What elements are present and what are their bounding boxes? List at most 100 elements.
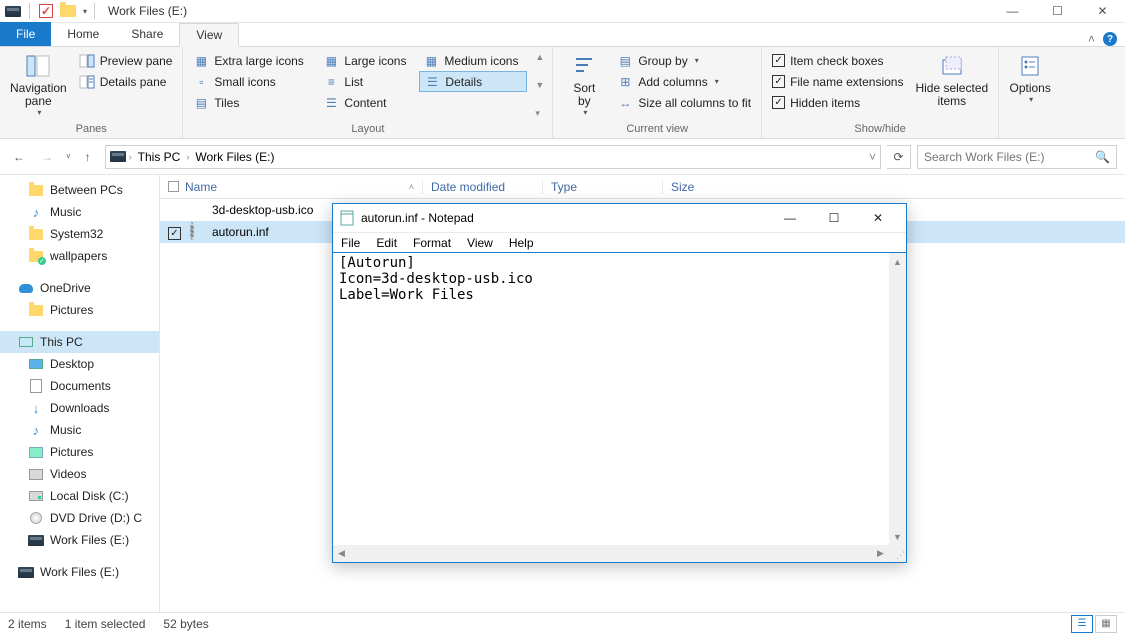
breadcrumb-this-pc[interactable]: This PC: [135, 150, 184, 164]
details-pane-icon: [79, 74, 95, 90]
search-input[interactable]: [924, 150, 1095, 164]
tree-item-desktop[interactable]: Desktop: [0, 353, 159, 375]
tree-item-documents[interactable]: Documents: [0, 375, 159, 397]
details-view-button[interactable]: ☰: [1071, 615, 1093, 633]
hidden-items-toggle[interactable]: ✓Hidden items: [768, 92, 907, 113]
layout-small-icons[interactable]: ▫Small icons: [189, 71, 319, 92]
minimize-button[interactable]: —: [990, 0, 1035, 23]
tree-item-music[interactable]: ♪Music: [0, 201, 159, 223]
scroll-up-icon[interactable]: ▲: [889, 253, 906, 270]
refresh-button[interactable]: ⟳: [887, 145, 911, 169]
content-icon: ☰: [323, 95, 339, 111]
drive-icon: [4, 2, 22, 20]
music-icon: ♪: [28, 422, 44, 438]
column-date[interactable]: Date modified: [422, 180, 542, 194]
hide-selected-items-button[interactable]: Hide selected items: [911, 50, 992, 121]
chevron-right-icon[interactable]: ›: [186, 152, 189, 162]
checkbox-checked-icon: ✓: [772, 75, 785, 88]
notepad-minimize-button[interactable]: —: [768, 204, 812, 232]
history-dropdown[interactable]: ˅: [66, 152, 71, 161]
notepad-maximize-button[interactable]: ☐: [812, 204, 856, 232]
address-dropdown[interactable]: ˅: [869, 150, 876, 164]
layout-tiles[interactable]: ▤Tiles: [189, 92, 319, 113]
navigation-pane-button[interactable]: Navigation pane ▾: [6, 50, 71, 121]
add-columns-button[interactable]: ⊞Add columns▾: [613, 71, 755, 92]
properties-qat-button[interactable]: ✓: [37, 2, 55, 20]
tree-item-wallpapers[interactable]: wallpapers: [0, 245, 159, 267]
tree-item-local-disk[interactable]: Local Disk (C:): [0, 485, 159, 507]
layout-dropdown[interactable]: ▾: [535, 108, 544, 119]
tree-item-videos[interactable]: Videos: [0, 463, 159, 485]
details-pane-button[interactable]: Details pane: [75, 71, 177, 92]
column-size[interactable]: Size: [662, 180, 762, 194]
item-check-boxes-toggle[interactable]: ✓Item check boxes: [768, 50, 907, 71]
scroll-left-icon[interactable]: ◀: [333, 545, 350, 562]
folder-icon: [28, 226, 44, 242]
tree-item-downloads[interactable]: ↓Downloads: [0, 397, 159, 419]
checkbox-checked-icon[interactable]: ✓: [168, 227, 181, 240]
preview-pane-button[interactable]: Preview pane: [75, 50, 177, 71]
new-folder-qat-button[interactable]: [59, 2, 77, 20]
breadcrumb-drive[interactable]: Work Files (E:): [192, 150, 277, 164]
column-name[interactable]: Name ˄: [160, 180, 422, 194]
address-bar[interactable]: › This PC › Work Files (E:) ˅: [105, 145, 881, 169]
scroll-right-icon[interactable]: ▶: [872, 545, 889, 562]
file-extensions-toggle[interactable]: ✓File name extensions: [768, 71, 907, 92]
maximize-button[interactable]: ☐: [1035, 0, 1080, 23]
navigation-tree[interactable]: Between PCs ♪Music System32 wallpapers O…: [0, 175, 160, 612]
close-button[interactable]: ✕: [1080, 0, 1125, 23]
tree-item-between-pcs[interactable]: Between PCs: [0, 179, 159, 201]
tree-item-pictures[interactable]: Pictures: [0, 299, 159, 321]
tree-item-this-pc[interactable]: This PC: [0, 331, 159, 353]
search-icon: 🔍: [1095, 150, 1110, 164]
layout-medium-icons[interactable]: ▦Medium icons: [419, 50, 529, 71]
tree-item-music2[interactable]: ♪Music: [0, 419, 159, 441]
ribbon-collapse-button[interactable]: ˄: [1088, 32, 1095, 46]
column-type[interactable]: Type: [542, 180, 662, 194]
notepad-menu-edit[interactable]: Edit: [376, 236, 397, 250]
layout-extra-large-icons[interactable]: ▦Extra large icons: [189, 50, 319, 71]
tree-item-dvd-drive[interactable]: DVD Drive (D:) C: [0, 507, 159, 529]
help-button[interactable]: ?: [1103, 32, 1117, 46]
layout-list[interactable]: ≡List: [319, 71, 419, 92]
options-button[interactable]: Options ▾: [1005, 50, 1055, 121]
notepad-menu-help[interactable]: Help: [509, 236, 534, 250]
tree-item-system32[interactable]: System32: [0, 223, 159, 245]
chevron-right-icon[interactable]: ›: [129, 152, 132, 162]
layout-details[interactable]: ☰Details: [419, 71, 527, 92]
notepad-resize-grip[interactable]: ⋰: [889, 545, 906, 562]
size-columns-button[interactable]: ↔Size all columns to fit: [613, 92, 755, 113]
notepad-menu-file[interactable]: File: [341, 236, 360, 250]
group-by-button[interactable]: ▤Group by▾: [613, 50, 755, 71]
notepad-menu-format[interactable]: Format: [413, 236, 451, 250]
tab-home[interactable]: Home: [51, 22, 115, 46]
tab-view[interactable]: View: [179, 23, 239, 47]
sort-by-button[interactable]: Sort by ▾: [559, 50, 609, 121]
notepad-window: autorun.inf - Notepad — ☐ ✕ File Edit Fo…: [332, 203, 907, 563]
hide-icon: [938, 52, 966, 80]
thumbnails-view-button[interactable]: ▦: [1095, 615, 1117, 633]
tree-item-onedrive[interactable]: OneDrive: [0, 277, 159, 299]
tree-item-pictures2[interactable]: Pictures: [0, 441, 159, 463]
search-box[interactable]: 🔍: [917, 145, 1117, 169]
tree-item-work-files-1[interactable]: Work Files (E:): [0, 529, 159, 551]
notepad-text-area[interactable]: [Autorun] Icon=3d-desktop-usb.ico Label=…: [333, 253, 906, 562]
qat-dropdown[interactable]: ▾: [83, 7, 87, 16]
layout-scroll-down[interactable]: ▼: [535, 80, 544, 90]
notepad-title-bar[interactable]: autorun.inf - Notepad — ☐ ✕: [333, 204, 906, 233]
notepad-menu-view[interactable]: View: [467, 236, 493, 250]
layout-content[interactable]: ☰Content: [319, 92, 419, 113]
back-button[interactable]: ←: [8, 146, 30, 168]
up-button[interactable]: ↑: [77, 146, 99, 168]
tab-file[interactable]: File: [0, 22, 51, 46]
tab-share[interactable]: Share: [115, 22, 179, 46]
select-all-checkbox[interactable]: [168, 181, 179, 192]
notepad-close-button[interactable]: ✕: [856, 204, 900, 232]
notepad-horizontal-scrollbar[interactable]: ◀ ▶: [333, 545, 889, 562]
scroll-down-icon[interactable]: ▼: [889, 528, 906, 545]
notepad-vertical-scrollbar[interactable]: ▲ ▼: [889, 253, 906, 545]
forward-button[interactable]: →: [36, 146, 58, 168]
layout-large-icons[interactable]: ▦Large icons: [319, 50, 419, 71]
tree-item-work-files-2[interactable]: Work Files (E:): [0, 561, 159, 583]
layout-scroll-up[interactable]: ▲: [535, 52, 544, 62]
